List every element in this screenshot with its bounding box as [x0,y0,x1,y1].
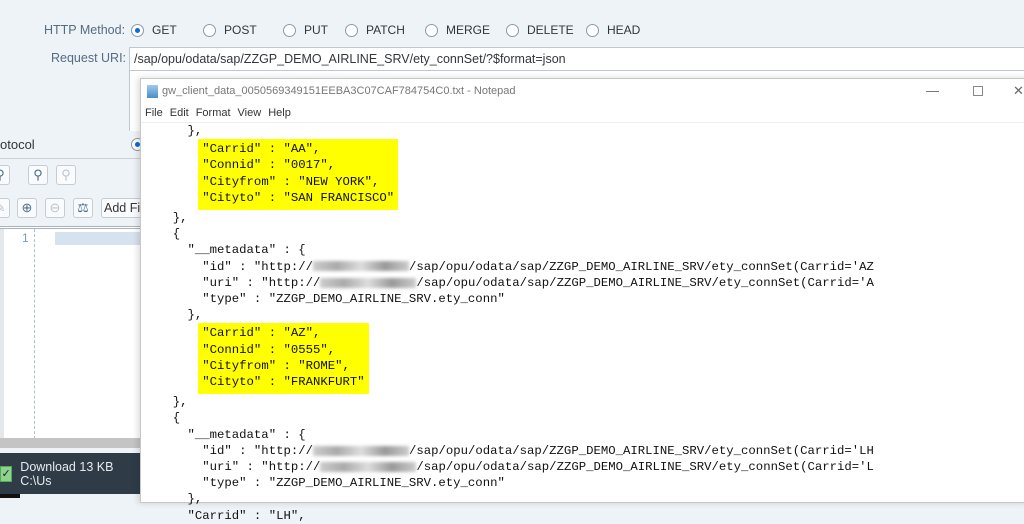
text-line: }, [158,308,203,323]
text-line: "Cityfrom" : "NEW YORK", [202,174,380,189]
edit-icon[interactable]: ✎ [0,198,10,218]
text-line: "Connid" : "0555", [202,342,336,357]
http-method-label: HTTP Method: [44,23,126,37]
radio-label: HEAD [607,23,641,37]
text-content[interactable]: }, "Carrid" : "AA", "Connid" : "0017", "… [141,123,1024,524]
text-line: "type" : "ZZGP_DEMO_AIRLINE_SRV.ety_conn… [158,476,505,491]
text-line: }, [158,492,203,507]
text-line: "__metadata" : { [158,243,306,258]
text-line: "type" : "ZZGP_DEMO_AIRLINE_SRV.ety_conn… [158,292,505,307]
maximize-icon[interactable] [973,86,983,96]
text-line: "uri" : "http:// [158,460,321,475]
menu-edit[interactable]: Edit [170,107,189,119]
protocol-label: otocol [0,137,35,152]
text-line: }, [158,395,188,410]
text-line: /sap/opu/odata/sap/ZZGP_DEMO_AIRLINE_SRV… [408,259,874,274]
text-line: "id" : "http:// [158,259,313,274]
method-get-radio[interactable]: GET [131,23,177,37]
request-uri-label: Request URI: [51,51,127,65]
text-line: }, [158,124,203,138]
active-line [55,232,145,245]
code-editor[interactable]: 1 [0,226,145,441]
radio-button[interactable] [283,23,296,37]
close-icon[interactable]: ✕ [1013,83,1024,99]
method-head-radio[interactable]: HEAD [586,23,640,37]
radio-label: GET [152,23,177,37]
radio-button[interactable] [586,23,599,37]
method-post-radio[interactable]: POST [203,23,257,37]
text-line: "Cityto" : "FRANKFURT" [202,375,365,390]
text-line: "Carrid" : "LH", [158,508,306,523]
text-line: /sap/opu/odata/sap/ZZGP_DEMO_AIRLINE_SRV… [416,460,874,475]
compare-icon[interactable]: ⚖ [73,198,93,218]
method-merge-radio[interactable]: MERGE [425,23,490,37]
text-line: "Carrid" : "AA", [202,142,321,157]
radio-label: POST [224,23,257,37]
radio-button[interactable] [345,23,358,37]
radio-button[interactable] [203,23,216,37]
redacted-host [312,261,409,272]
radio-label: PATCH [366,23,405,37]
minimize-icon[interactable]: — [926,83,939,98]
redacted-host [320,277,417,288]
horizontal-scrollbar[interactable] [0,438,140,448]
notepad-icon [147,84,158,98]
text-line: "Carrid" : "AZ", [202,326,321,341]
text-line: "__metadata" : { [158,427,306,442]
add-icon[interactable]: ⊕ [17,198,37,218]
text-line: }, [158,211,188,226]
radio-button[interactable] [131,23,144,37]
line-number: 1 [22,231,29,245]
method-delete-radio[interactable]: DELETE [506,23,574,37]
divider [0,158,140,159]
zoom-icon[interactable]: ⚲ [28,165,48,185]
radio-label: PUT [304,23,328,37]
text-line: "Cityfrom" : "ROME", [202,358,350,373]
radio-button[interactable] [425,23,438,37]
menu-view[interactable]: View [238,107,262,119]
highlighted-block: "Carrid" : "AA", "Connid" : "0017", "Cit… [198,139,399,211]
text-line: "uri" : "http:// [158,275,321,290]
highlighted-block: "Carrid" : "AZ", "Connid" : "0555", "Cit… [198,323,369,395]
text-line: { [158,411,181,426]
menu-file[interactable]: File [145,107,163,119]
window-title: gw_client_data_0050569349151EEBA3C07CAF7… [162,85,516,97]
text-line: "id" : "http:// [158,443,313,458]
search-icon[interactable]: ⚲ [0,165,10,185]
notepad-window: gw_client_data_0050569349151EEBA3C07CAF7… [140,78,1024,523]
radio-label: DELETE [527,23,574,37]
status-text: Download 13 KB C:\Us [20,459,114,488]
menu-format[interactable]: Format [196,107,231,119]
text-line: "Cityto" : "SAN FRANCISCO" [202,190,395,205]
text-line: { [158,227,181,242]
menu-help[interactable]: Help [268,107,291,119]
redacted-host [312,445,409,456]
radio-label: MERGE [446,23,491,37]
status-bar: ✓ Download 13 KB C:\Us [0,453,140,494]
zoom-in-icon[interactable]: ⚲ [56,165,76,185]
radio-button[interactable] [506,23,519,37]
notepad-titlebar[interactable]: gw_client_data_0050569349151EEBA3C07CAF7… [141,79,1024,103]
redacted-host [320,461,417,472]
text-line: /sap/opu/odata/sap/ZZGP_DEMO_AIRLINE_SRV… [416,275,874,290]
checkbox-icon[interactable]: ✓ [0,465,13,482]
request-uri-input[interactable]: /sap/opu/odata/sap/ZZGP_DEMO_AIRLINE_SRV… [129,47,1024,71]
menu-bar: File Edit Format View Help [141,103,1024,123]
text-line: "Connid" : "0017", [202,158,336,173]
text-line: /sap/opu/odata/sap/ZZGP_DEMO_AIRLINE_SRV… [408,443,874,458]
method-put-radio[interactable]: PUT [283,23,328,37]
method-patch-radio[interactable]: PATCH [345,23,405,37]
remove-icon[interactable]: ⊖ [45,198,65,218]
